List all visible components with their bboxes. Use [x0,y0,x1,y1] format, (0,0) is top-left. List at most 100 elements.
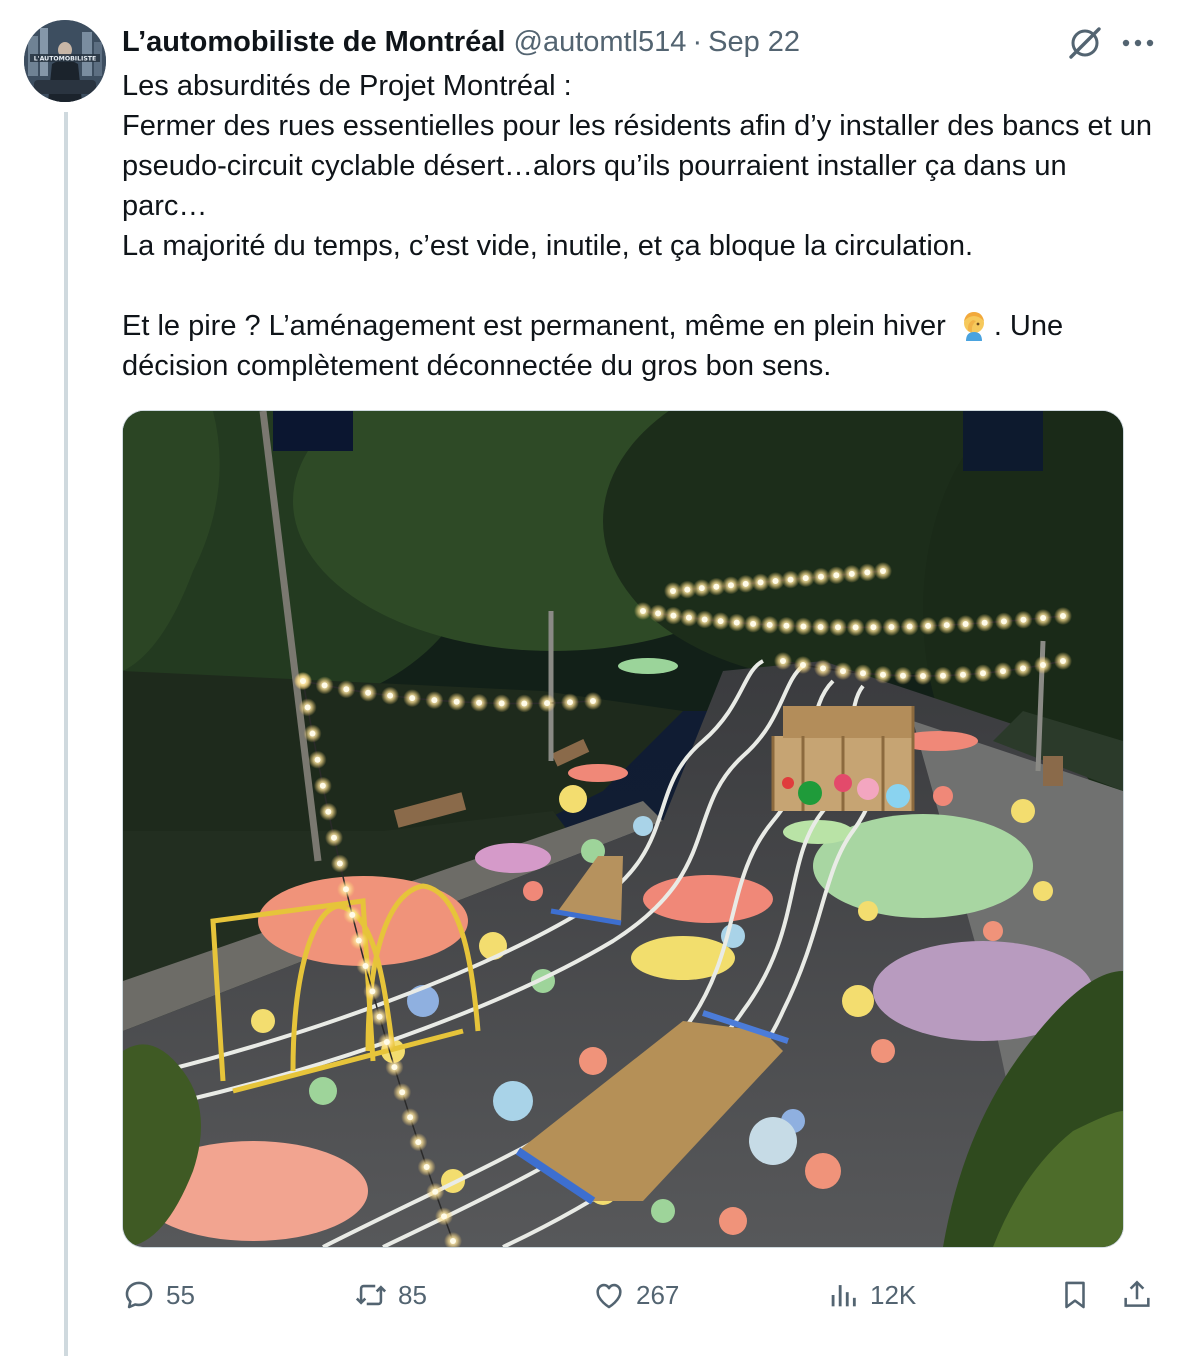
light-bulb [640,608,646,614]
grok-icon[interactable] [1066,24,1104,62]
views-button[interactable]: 12K [826,1272,916,1318]
light-bulb [1000,668,1006,675]
reply-icon [125,1281,153,1309]
tweet-line-1: Les absurdités de Projet Montréal : [122,70,572,102]
tweet-photo[interactable] [122,410,1124,1248]
light-bulb [300,678,306,684]
retweet-icon [355,1284,387,1306]
light-bulb [391,1064,398,1071]
retweet-count: 85 [398,1279,427,1310]
light-bulb [432,1188,439,1195]
light-bulb [864,569,871,576]
light-bulb [376,1013,383,1020]
light-bulb [1040,661,1046,668]
light-bulb [860,670,866,677]
reply-button[interactable]: 55 [122,1272,195,1318]
like-button[interactable]: 267 [592,1272,679,1318]
tweet-date[interactable]: Sep 22 [708,26,800,59]
light-bulb [750,620,757,627]
light-bulb [900,672,906,679]
light-bulb [325,808,332,815]
light-bulb [701,616,708,623]
light-bulb [349,911,356,918]
light-bulb [925,622,932,629]
light-bulb [698,585,705,592]
light-bulb [717,618,724,625]
light-bulb [733,619,740,626]
light-bulb [943,622,950,629]
retweet-button[interactable]: 85 [354,1272,427,1318]
thread-line [64,112,68,1356]
light-bulb [802,575,809,582]
light-bulb [670,612,677,619]
light-bulb [880,671,886,678]
bookmark-icon[interactable] [1058,1278,1092,1312]
reply-count: 55 [166,1279,195,1310]
light-bulb [336,860,343,867]
tweet-text: Les absurdités de Projet Montréal : Ferm… [122,66,1152,386]
light-bulb [409,695,416,702]
light-bulb [498,700,505,707]
light-bulb [870,624,877,631]
light-bulb [369,988,376,995]
tweet-line-3: La majorité du temps, c’est vide, inutil… [122,230,974,262]
light-bulb [521,700,528,707]
light-bulb [840,668,846,675]
tweet-line-4: Et le pire ? L’aménagement est permanent… [122,306,1152,386]
light-bulb [670,588,676,594]
action-bar: 55 85 267 12K [120,1272,1160,1318]
light-bulb [772,578,779,584]
light-bulb [920,673,926,679]
display-name[interactable]: L’automobiliste de Montréal [122,26,506,59]
light-bulb [780,658,786,664]
like-count: 267 [636,1279,680,1310]
svg-text:L'AUTOMOBILISTE: L'AUTOMOBILISTE [34,56,97,63]
light-bulb [1020,616,1027,623]
light-bulb [365,689,372,696]
light-bulb [981,619,988,626]
views-icon [831,1285,856,1307]
light-bulb [383,1038,390,1045]
avatar[interactable]: L'AUTOMOBILISTE [24,20,106,102]
light-bulb [800,623,807,630]
light-bulb [940,672,946,679]
light-bulb [787,576,794,583]
light-bulb [544,700,551,707]
light-bulb [1000,618,1007,625]
light-bulb [1060,658,1066,664]
tweet-header: L’automobiliste de Montréal @automtl514 … [122,22,800,62]
tweet: L'AUTOMOBILISTE L’automobiliste de Montr… [0,0,1188,1356]
view-count: 12K [870,1279,917,1310]
user-handle[interactable]: @automtl514 [514,26,687,59]
facepalm-emoji [963,312,984,341]
light-bulb [880,568,886,574]
light-bulb [1060,613,1066,619]
light-bulb [476,699,483,706]
light-bulb [566,699,573,706]
light-bulb [888,624,895,631]
share-icon[interactable] [1120,1278,1154,1312]
light-bulb [685,614,692,621]
light-bulb [441,1213,448,1220]
light-bulb [783,622,790,629]
light-bulb [962,621,969,628]
light-bulb [450,1238,456,1244]
more-icon[interactable] [1118,24,1158,62]
light-bulb [1020,665,1026,672]
light-bulb [766,621,773,628]
heart-icon [596,1283,622,1309]
street-photo [123,411,1123,1247]
light-bulb [960,671,966,678]
light-bulb [423,1163,430,1170]
light-bulb [727,582,734,589]
light-bulb [800,661,806,668]
light-bulb [1040,614,1047,621]
light-bulb [415,1139,422,1146]
light-bulb [655,610,662,617]
light-bulb [980,670,986,677]
light-bulb [906,623,913,630]
tweet-line-4-start: Et le pire ? L’aménagement est permanent… [122,310,946,342]
light-bulb [362,963,369,969]
light-bulb [820,665,826,672]
